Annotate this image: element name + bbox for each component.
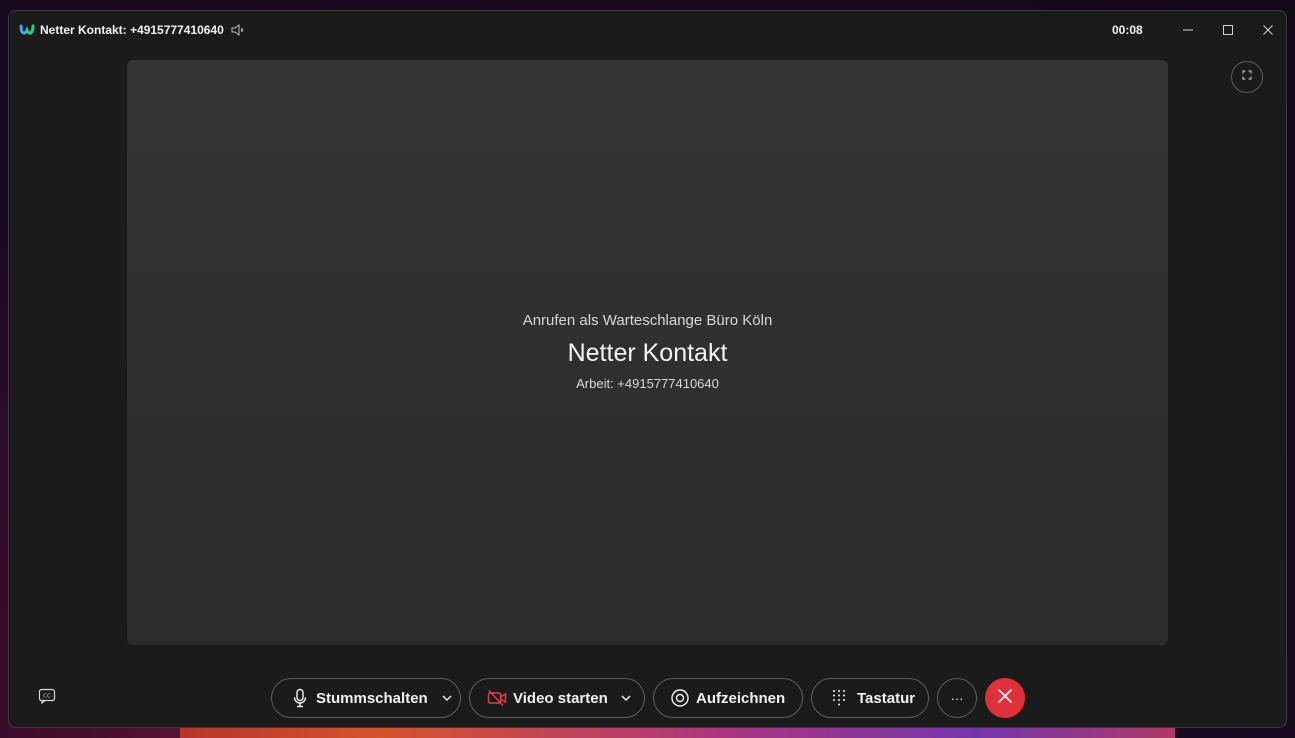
end-call-icon (997, 688, 1013, 709)
mute-button[interactable]: Stummschalten (271, 678, 461, 718)
speaker-icon[interactable] (230, 22, 246, 38)
video-off-icon (487, 688, 507, 708)
webex-logo-icon (19, 22, 35, 38)
record-button[interactable]: Aufzeichnen (653, 678, 803, 718)
start-video-button[interactable]: Video starten (469, 678, 645, 718)
call-stage: Anrufen als Warteschlange Büro Köln Nett… (127, 60, 1168, 645)
more-label: ··· (950, 690, 964, 706)
call-controls: Stummschalten Video starten Aufzeichnen … (9, 678, 1286, 718)
window-title: Netter Kontakt: +4915777410640 (40, 23, 224, 37)
microphone-icon (290, 688, 310, 708)
title-bar: Netter Kontakt: +4915777410640 00:08 (9, 11, 1286, 49)
chevron-down-icon[interactable] (619, 691, 633, 705)
keypad-label: Tastatur (857, 689, 916, 707)
callee-number: Arbeit: +4915777410640 (576, 376, 719, 391)
record-label: Aufzeichnen (696, 689, 786, 707)
video-label: Video starten (513, 689, 608, 707)
keypad-button[interactable]: Tastatur (811, 678, 929, 718)
calling-as-text: Anrufen als Warteschlange Büro Köln (522, 312, 773, 329)
call-window: Netter Kontakt: +4915777410640 00:08 Anr… (8, 10, 1287, 728)
dialpad-icon (829, 688, 849, 708)
callee-name: Netter Kontakt (567, 339, 728, 367)
more-options-button[interactable]: ··· (937, 678, 977, 718)
maximize-button[interactable] (1208, 11, 1248, 49)
fullscreen-button[interactable] (1231, 61, 1263, 93)
callee-info: Anrufen als Warteschlange Büro Köln Nett… (127, 312, 1168, 391)
fullscreen-icon (1241, 68, 1253, 86)
call-timer: 00:08 (1112, 23, 1143, 37)
minimize-button[interactable] (1168, 11, 1208, 49)
chevron-down-icon[interactable] (440, 691, 454, 705)
end-call-button[interactable] (985, 678, 1025, 718)
close-button[interactable] (1248, 11, 1286, 49)
record-icon (670, 688, 690, 708)
mute-label: Stummschalten (316, 689, 428, 707)
